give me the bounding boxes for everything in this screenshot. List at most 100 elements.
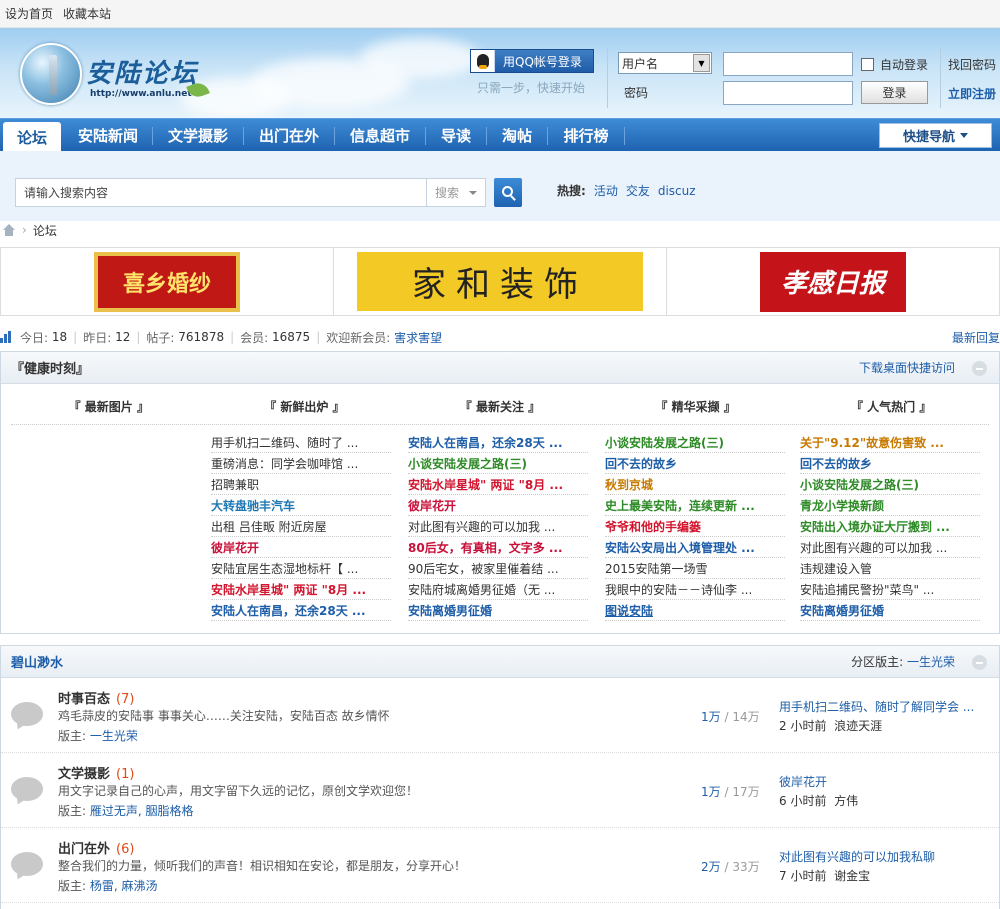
thread-link[interactable]: 安陆水岸星城" 两证 "8月 ... (408, 474, 588, 495)
collapse-icon[interactable] (972, 655, 987, 670)
moderator-links[interactable]: 雁过无声, 胭脂格格 (90, 804, 194, 818)
tab-fresh[interactable]: 『 新鲜出炉 』 (207, 395, 403, 424)
thread-link[interactable]: 安陆追捕民警扮"菜鸟" ... (800, 579, 980, 600)
desktop-shortcut-link[interactable]: 下载桌面快捷访问 (859, 359, 955, 376)
last-post-user[interactable]: 方伟 (834, 794, 858, 808)
thread-link[interactable]: 招聘兼职 (211, 474, 391, 495)
thread-link[interactable]: 彼岸花开 (408, 495, 588, 516)
thread-link[interactable]: 2015安陆第一场雪 (605, 558, 785, 579)
thread-link[interactable]: 安陆离婚男征婚 (800, 600, 980, 621)
thread-link[interactable]: 关于"9.12"故意伤害致 ... (800, 432, 980, 453)
register-link[interactable]: 立即注册 (948, 85, 996, 102)
last-post-user[interactable]: 谢金宝 (834, 869, 870, 883)
collapse-icon[interactable] (972, 361, 987, 376)
forum-today-count: (1) (116, 767, 135, 782)
forum-bubble-icon[interactable] (11, 852, 43, 876)
search-input[interactable]: 请输入搜索内容 (15, 178, 426, 207)
hot-search-item[interactable]: discuz (658, 184, 696, 198)
thread-link[interactable]: 80后女，有真相，文字多 ... (408, 537, 588, 558)
home-icon[interactable] (2, 224, 16, 236)
thread-link[interactable]: 对此图有兴趣的可以加我 ... (800, 537, 980, 558)
thread-link[interactable]: 图说安陆 (605, 600, 785, 621)
thread-link[interactable]: 安陆人在南昌，还余28天 ... (211, 600, 391, 621)
thread-link[interactable]: 我眼中的安陆－－诗仙李 ... (605, 579, 785, 600)
thread-link[interactable]: 安陆公安局出入境管理处 ... (605, 537, 785, 558)
last-post-link[interactable]: 对此图有兴趣的可以加我私聊 (779, 848, 935, 865)
thread-link[interactable]: 大转盘驰丰汽车 (211, 495, 391, 516)
thread-link[interactable]: 彼岸花开 (211, 537, 391, 558)
thread-link[interactable]: 史上最美安陆，连续更新 ... (605, 495, 785, 516)
thread-link[interactable]: 小谈安陆发展之路(三) (408, 453, 588, 474)
login-button[interactable]: 登录 (861, 81, 928, 104)
tab-latest-images[interactable]: 『 最新图片 』 (11, 395, 207, 424)
qq-login-button[interactable]: 用QQ帐号登录 (470, 49, 594, 73)
ad-banner-newspaper[interactable]: 孝感日报 (760, 251, 906, 312)
nav-item-ranking[interactable]: 排行榜 (550, 119, 622, 152)
tab-featured[interactable]: 『 精华采撷 』 (598, 395, 794, 424)
nav-item-collections[interactable]: 淘帖 (489, 119, 545, 152)
thread-link[interactable]: 安陆宜居生态湿地标杆【 ... (211, 558, 391, 579)
thread-link[interactable]: 对此图有兴趣的可以加我 ... (408, 516, 588, 537)
thread-link[interactable]: 安陆人在南昌，还余28天 ... (408, 432, 588, 453)
thread-link[interactable]: 小谈安陆发展之路(三) (605, 432, 785, 453)
section-title[interactable]: 碧山渺水 (11, 652, 63, 671)
last-post-link[interactable]: 用手机扫二维码、随时了解同学会 ... (779, 698, 974, 715)
forgot-password-link[interactable]: 找回密码 (948, 56, 996, 73)
caret-down-icon (469, 190, 478, 195)
forum-row: 时事百态 (7) 鸡毛蒜皮的安陆事 事事关心……关注安陆，安陆百态 故乡情怀 版主: … (1, 678, 999, 753)
panel-header: 『健康时刻』 下载桌面快捷访问 (1, 352, 999, 384)
thread-link[interactable]: 秋到京城 (605, 474, 785, 495)
auto-login-checkbox[interactable]: 自动登录 (861, 56, 928, 73)
moderator-links[interactable]: 杨雷, 麻沸汤 (90, 879, 158, 893)
thread-link[interactable]: 重磅消息：同学会咖啡馆 ... (211, 453, 391, 474)
thread-link[interactable]: 回不去的故乡 (605, 453, 785, 474)
thread-link[interactable]: 90后宅女，被家里催着结 ... (408, 558, 588, 579)
forum-name-link[interactable]: 时事百态 (7) (58, 688, 134, 707)
site-logo[interactable]: 安陆论坛 http://www.anlu.net (20, 43, 210, 113)
username-type-select[interactable]: 用户名 ▼ (618, 52, 712, 74)
quick-nav-button[interactable]: 快捷导航 (879, 123, 992, 148)
hot-search-item[interactable]: 活动 (594, 182, 618, 199)
nav-item-news[interactable]: 安陆新闻 (66, 119, 150, 152)
thread-link[interactable]: 安陆离婚男征婚 (408, 600, 588, 621)
thread-link[interactable]: 用手机扫二维码、随时了 ... (211, 432, 391, 453)
nav-item-guide[interactable]: 导读 (428, 119, 484, 152)
set-home-link[interactable]: 设为首页 (5, 5, 53, 22)
username-input[interactable] (723, 52, 853, 76)
thread-link[interactable]: 爷爷和他的手编篓 (605, 516, 785, 537)
section-mod-link[interactable]: 一生光荣 (907, 655, 955, 669)
breadcrumb-item-forum[interactable]: 论坛 (33, 222, 57, 239)
last-post-link[interactable]: 彼岸花开 (779, 773, 827, 790)
hot-search-item[interactable]: 交友 (626, 182, 650, 199)
last-post-user[interactable]: 浪迹天涯 (834, 719, 882, 733)
forum-bubble-icon[interactable] (11, 702, 43, 726)
thread-title: 安陆离婚男征婚 (408, 603, 493, 618)
thread-title: 安陆公安局出入境管理处 ... (605, 540, 755, 555)
nav-item-market[interactable]: 信息超市 (337, 119, 423, 152)
thread-link[interactable]: 青龙小学换新颜 (800, 495, 980, 516)
forum-name-link[interactable]: 文学摄影 (1) (58, 763, 134, 782)
latest-reply-link[interactable]: 最新回复 (952, 329, 1000, 346)
thread-link[interactable]: 安陆府城离婚男征婚（无 ... (408, 579, 588, 600)
thread-link[interactable]: 安陆出入境办证大厅搬到 ... (800, 516, 980, 537)
ad-banner-wedding[interactable]: 喜乡婚纱 (94, 251, 240, 312)
thread-link[interactable]: 小谈安陆发展之路(三) (800, 474, 980, 495)
nav-item-outside[interactable]: 出门在外 (246, 119, 332, 152)
bookmark-link[interactable]: 收藏本站 (63, 5, 111, 22)
forum-name-link[interactable]: 出门在外 (6) (58, 838, 134, 857)
thread-link[interactable]: 安陆水岸星城" 两证 "8月 ... (211, 579, 391, 600)
password-input[interactable] (723, 81, 853, 105)
thread-link[interactable]: 回不去的故乡 (800, 453, 980, 474)
ad-banner-decoration[interactable]: 家和装饰 (357, 252, 643, 311)
thread-link[interactable]: 出租 吕佳畈 附近房屋 (211, 516, 391, 537)
newest-member-link[interactable]: 害求害望 (394, 329, 442, 346)
tab-popular[interactable]: 『 人气热门 』 (793, 395, 989, 424)
moderator-links[interactable]: 一生光荣 (90, 729, 138, 743)
thread-link[interactable]: 违规建设入管 (800, 558, 980, 579)
search-button[interactable] (494, 178, 522, 207)
forum-bubble-icon[interactable] (11, 777, 43, 801)
nav-item-literature[interactable]: 文学摄影 (155, 119, 241, 152)
search-type-select[interactable]: 搜索 (426, 178, 486, 207)
nav-item-forum[interactable]: 论坛 (3, 122, 61, 152)
tab-latest-focus[interactable]: 『 最新关注 』 (402, 395, 598, 424)
